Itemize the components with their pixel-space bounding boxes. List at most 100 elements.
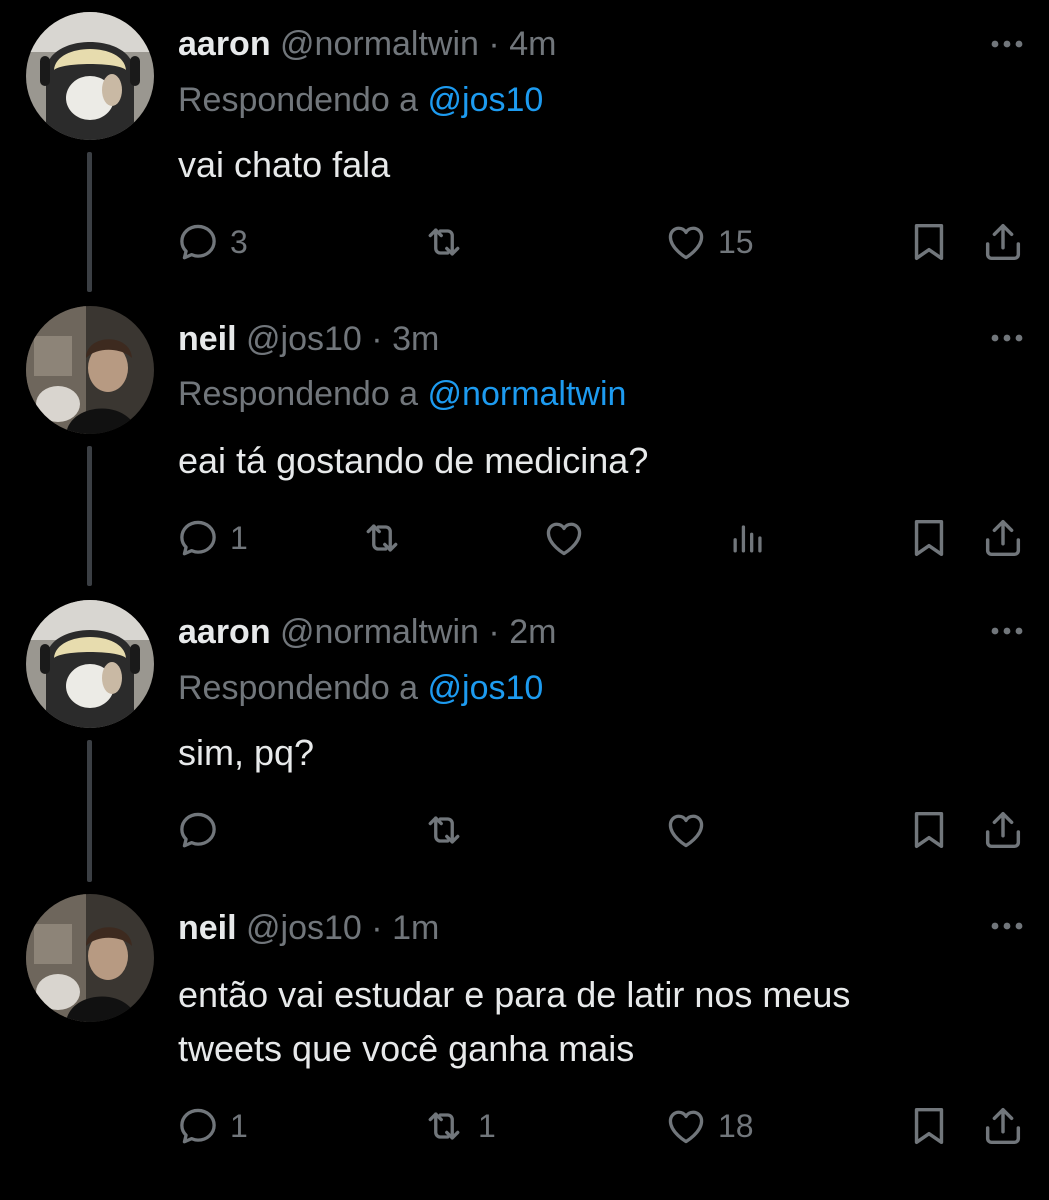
reply-count: 1 <box>230 520 248 556</box>
tweet-text-line: tweets que você ganha mais <box>178 1028 635 1069</box>
separator-dot: · <box>371 909 383 947</box>
timestamp[interactable]: 2m <box>509 613 556 651</box>
replying-to-label: Respondendo a <box>178 375 419 413</box>
more-icon[interactable] <box>987 916 1027 936</box>
tweet-text: sim, pq? <box>178 732 315 773</box>
tweet-1[interactable]: aaron @normaltwin · 4m Respondendo a @jo… <box>0 0 1049 300</box>
tweet-header: neil @jos10 · 3m <box>178 319 439 359</box>
share-icon <box>980 1103 1026 1149</box>
avatar[interactable] <box>26 306 154 434</box>
like-button[interactable] <box>542 516 586 560</box>
replying-to: Respondendo a @jos10 <box>178 80 543 120</box>
timestamp[interactable]: 4m <box>509 25 556 63</box>
bookmark-button[interactable] <box>906 808 952 852</box>
timestamp[interactable]: 1m <box>392 909 439 947</box>
heart-icon <box>664 220 708 264</box>
retweet-icon <box>420 220 468 264</box>
avatar[interactable] <box>26 894 154 1022</box>
more-icon[interactable] <box>987 621 1027 641</box>
bookmark-button[interactable] <box>906 516 952 560</box>
retweet-button[interactable] <box>420 808 468 852</box>
reply-count: 3 <box>230 224 248 260</box>
display-name[interactable]: neil <box>178 320 237 358</box>
tweet-header: neil @jos10 · 1m <box>178 908 439 948</box>
share-icon <box>980 807 1026 853</box>
bookmark-icon <box>906 515 952 561</box>
replying-to: Respondendo a @normaltwin <box>178 374 626 414</box>
like-button[interactable]: 18 <box>664 1104 754 1148</box>
reply-button[interactable]: 1 <box>176 1104 248 1148</box>
reply-icon <box>176 220 220 264</box>
retweet-icon <box>420 1104 468 1148</box>
tweet-text-line: então vai estudar e para de latir nos me… <box>178 974 851 1015</box>
thread-line <box>87 740 92 882</box>
mention-link[interactable]: @jos10 <box>428 81 544 119</box>
share-icon <box>980 219 1026 265</box>
tweet-header: aaron @normaltwin · 4m <box>178 24 556 64</box>
bookmark-button[interactable] <box>906 220 952 264</box>
retweet-button[interactable] <box>420 220 468 264</box>
timestamp[interactable]: 3m <box>392 320 439 358</box>
like-button[interactable]: 15 <box>664 220 754 264</box>
tweet-3[interactable]: aaron @normaltwin · 2m Respondendo a @jo… <box>0 590 1049 890</box>
avatar-neil-image <box>26 306 154 434</box>
tweet-text: eai tá gostando de medicina? <box>178 440 649 481</box>
more-icon[interactable] <box>987 34 1027 54</box>
avatar-aaron-image <box>26 12 154 140</box>
reply-icon <box>176 1104 220 1148</box>
avatar-aaron-image <box>26 600 154 728</box>
share-icon <box>980 515 1026 561</box>
share-button[interactable] <box>980 220 1026 264</box>
avatar-neil-image <box>26 894 154 1022</box>
mention-link[interactable]: @normaltwin <box>428 375 627 413</box>
bookmark-icon <box>906 1103 952 1149</box>
share-button[interactable] <box>980 808 1026 852</box>
retweet-button[interactable]: 1 <box>420 1104 496 1148</box>
replying-to-label: Respondendo a <box>178 81 419 119</box>
views-button[interactable] <box>726 516 770 560</box>
avatar[interactable] <box>26 600 154 728</box>
tweet-4[interactable]: neil @jos10 · 1m então vai estudar e par… <box>0 890 1049 1200</box>
replying-to-label: Respondendo a <box>178 669 419 707</box>
display-name[interactable]: aaron <box>178 613 271 651</box>
reply-button[interactable] <box>176 808 230 852</box>
reply-button[interactable]: 3 <box>176 220 248 264</box>
retweet-icon <box>358 516 406 560</box>
display-name[interactable]: neil <box>178 909 237 947</box>
tweet-2[interactable]: neil @jos10 · 3m Respondendo a @normaltw… <box>0 300 1049 590</box>
like-button[interactable] <box>664 808 708 852</box>
bookmark-icon <box>906 807 952 853</box>
separator-dot: · <box>488 613 500 651</box>
reply-icon <box>176 516 220 560</box>
user-handle[interactable]: @jos10 <box>246 909 362 947</box>
share-button[interactable] <box>980 1104 1026 1148</box>
user-handle[interactable]: @normaltwin <box>280 25 479 63</box>
separator-dot: · <box>371 320 383 358</box>
tweet-header: aaron @normaltwin · 2m <box>178 612 556 652</box>
user-handle[interactable]: @normaltwin <box>280 613 479 651</box>
avatar[interactable] <box>26 12 154 140</box>
tweet-text: então vai estudar e para de latir nos me… <box>178 968 998 1076</box>
analytics-icon <box>726 516 770 560</box>
share-button[interactable] <box>980 516 1026 560</box>
retweet-count: 1 <box>478 1108 496 1144</box>
mention-link[interactable]: @jos10 <box>428 669 544 707</box>
heart-icon <box>664 1104 708 1148</box>
retweet-button[interactable] <box>358 516 406 560</box>
bookmark-button[interactable] <box>906 1104 952 1148</box>
reply-button[interactable]: 1 <box>176 516 248 560</box>
reply-count: 1 <box>230 1108 248 1144</box>
thread-line <box>87 152 92 292</box>
retweet-icon <box>420 808 468 852</box>
user-handle[interactable]: @jos10 <box>246 320 362 358</box>
like-count: 15 <box>718 224 754 260</box>
bookmark-icon <box>906 219 952 265</box>
separator-dot: · <box>488 25 500 63</box>
thread-line <box>87 446 92 586</box>
reply-icon <box>176 808 220 852</box>
like-count: 18 <box>718 1108 754 1144</box>
tweet-text: vai chato fala <box>178 144 391 185</box>
display-name[interactable]: aaron <box>178 25 271 63</box>
more-icon[interactable] <box>987 328 1027 348</box>
heart-icon <box>542 516 586 560</box>
